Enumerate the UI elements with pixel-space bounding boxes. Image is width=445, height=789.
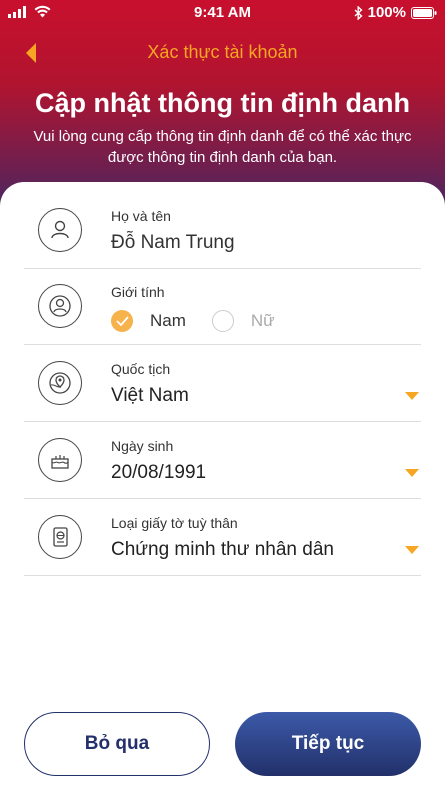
globe-pin-icon [38, 361, 82, 405]
gender-option-male-label: Nam [150, 311, 186, 330]
person-icon [38, 208, 82, 252]
full-name-label: Họ và tên [111, 208, 171, 224]
gender-option-female-label: Nữ [250, 311, 275, 330]
gender-radio-group: Nam Nữ [111, 310, 301, 332]
id-type-label: Loại giấy tờ tuỳ thân [111, 515, 238, 531]
birthday-row[interactable]: Ngày sinh 20/08/1991 [24, 422, 421, 499]
page-subtitle: Vui lòng cung cấp thông tin định danh để… [33, 128, 412, 166]
status-bar: 9:41 AM 100% [0, 0, 445, 26]
nationality-row[interactable]: Quốc tịch Việt Nam [24, 345, 421, 422]
full-name-row[interactable]: Họ và tên Đỗ Nam Trung [24, 192, 421, 269]
skip-button[interactable]: Bỏ qua [24, 712, 210, 776]
form-card: Họ và tên Đỗ Nam Trung Giới tính Nam Nữ … [0, 182, 445, 789]
gender-row: Giới tính Nam Nữ [24, 268, 421, 345]
full-name-input[interactable]: Đỗ Nam Trung [111, 232, 235, 254]
birthday-select[interactable]: 20/08/1991 [111, 462, 206, 484]
battery-icon [411, 6, 437, 19]
chevron-down-icon[interactable] [405, 546, 419, 554]
status-right: 100% [354, 4, 437, 21]
nationality-label: Quốc tịch [111, 361, 171, 377]
person-circle-icon [38, 284, 82, 328]
checkmark-icon [111, 310, 133, 332]
cake-icon [38, 438, 82, 482]
nav-bar: Xác thực tài khoản [0, 38, 445, 66]
passport-icon [38, 515, 82, 559]
nav-title: Xác thực tài khoản [147, 42, 298, 62]
gender-option-female[interactable]: Nữ [211, 310, 275, 332]
chevron-down-icon[interactable] [405, 469, 419, 477]
battery-percent: 100% [367, 4, 406, 21]
gender-option-male[interactable]: Nam [111, 310, 186, 332]
chevron-down-icon[interactable] [405, 392, 419, 400]
bluetooth-icon [354, 5, 363, 20]
id-type-select[interactable]: Chứng minh thư nhân dân [111, 539, 334, 561]
birthday-label: Ngày sinh [111, 438, 174, 454]
page-headline: Cập nhật thông tin định danh [35, 88, 410, 118]
radio-empty-icon [211, 310, 234, 332]
gender-label: Giới tính [111, 284, 165, 300]
nationality-select[interactable]: Việt Nam [111, 385, 189, 407]
continue-button[interactable]: Tiếp tục [235, 712, 421, 776]
id-type-row[interactable]: Loại giấy tờ tuỳ thân Chứng minh thư nhâ… [24, 499, 421, 576]
